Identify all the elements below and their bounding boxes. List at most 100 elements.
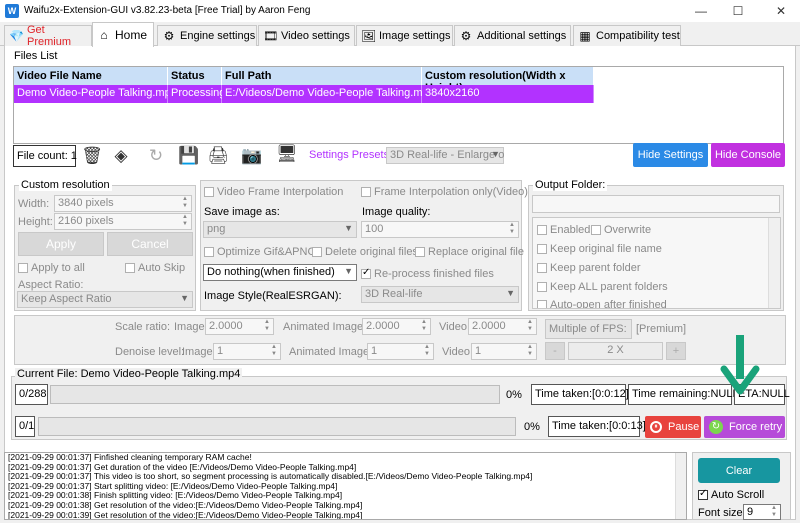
time-taken-segment: Time taken:[0:0:13] (548, 416, 646, 437)
height-input[interactable]: 2160 pixels ▲ ▼ (54, 213, 192, 230)
height-label: Height: (18, 216, 53, 228)
tab-label: Image settings (379, 30, 451, 42)
keep-original-name-checkbox[interactable]: Keep original file name (537, 243, 662, 255)
table-cell[interactable]: Processing (168, 85, 225, 103)
when-finished-select[interactable]: Do nothing(when finished) ▼ (203, 264, 357, 281)
files-table[interactable]: Video File Name Status Full Path Custom … (13, 66, 784, 144)
overwrite-checkbox[interactable]: Overwrite (591, 224, 651, 236)
keep-all-parents-checkbox[interactable]: Keep ALL parent folders (537, 281, 668, 293)
video-frame-interpolation-checkbox[interactable]: Video Frame Interpolation (204, 186, 343, 198)
table-cell[interactable]: 3840x2160 (422, 85, 594, 103)
checkbox-label: Optimize Gif&APNG (217, 246, 317, 258)
spinner-icon[interactable]: ▲ ▼ (507, 222, 517, 236)
settings-presets-select[interactable]: 3D Real-life - Enlarge o ▼ (386, 147, 504, 164)
auto-scroll-checkbox[interactable]: Auto Scroll (698, 488, 764, 501)
denoise-video-input[interactable]: 1 ▲ ▼ (471, 343, 537, 360)
file-progress-percent: 0% (506, 389, 522, 401)
spinner-icon[interactable]: ▲ ▼ (180, 214, 190, 228)
fps-plus-button[interactable]: + (666, 342, 686, 360)
value: 1 (475, 345, 482, 357)
keep-parent-checkbox[interactable]: Keep parent folder (537, 262, 641, 274)
apply-to-all-checkbox[interactable]: Apply to all (18, 262, 85, 274)
tab-label: Additional settings (477, 30, 567, 42)
denoise-animated-input[interactable]: 1 ▲ ▼ (367, 343, 434, 360)
output-folder-input[interactable] (532, 195, 780, 213)
refresh-icon[interactable]: ↻ (145, 144, 167, 168)
output-folder-title: Output Folder: (533, 179, 608, 191)
aspect-ratio-select[interactable]: Keep Aspect Ratio ▼ (17, 291, 193, 308)
spinner-icon[interactable]: ▲ ▼ (525, 319, 535, 333)
format-value: png (207, 223, 226, 235)
load-list-icon[interactable]: 🖨 (207, 144, 229, 168)
monitor-power-icon[interactable]: 🖥 (275, 142, 299, 166)
checkbox-box (537, 282, 547, 292)
enabled-checkbox[interactable]: Enabled (537, 224, 590, 236)
spinner-icon[interactable]: ▲ ▼ (419, 319, 429, 333)
column-header[interactable]: Full Path (222, 67, 422, 85)
eraser-icon[interactable]: ◈ (110, 144, 132, 168)
font-size-input[interactable]: 9 ▲ ▼ (743, 504, 781, 520)
table-cell[interactable]: Demo Video-People Talking.mp4 (14, 85, 177, 103)
font-size-value: 9 (747, 506, 754, 518)
tab-compatibility-test[interactable]: ▦ Compatibility test (573, 25, 681, 46)
reprocess-finished-checkbox[interactable]: Re-process finished files (361, 267, 494, 280)
image-format-select[interactable]: png ▼ (203, 221, 357, 238)
table-cell[interactable]: E:/Videos/Demo Video-People Talking.mp4 (222, 85, 435, 103)
scale-video-input[interactable]: 2.0000 ▲ ▼ (468, 318, 537, 335)
spinner-icon[interactable]: ▲ ▼ (262, 319, 272, 333)
spinner-icon[interactable]: ▲ ▼ (769, 505, 779, 519)
auto-skip-checkbox[interactable]: Auto Skip (125, 262, 185, 274)
width-input[interactable]: 3840 pixels ▲ ▼ (54, 195, 192, 212)
value: 2.0000 (472, 320, 506, 332)
frame-interpolation-only-checkbox[interactable]: Frame Interpolation only(Video) (361, 186, 528, 198)
image-style-select[interactable]: 3D Real-life ▼ (361, 286, 519, 303)
value: 1 (217, 345, 224, 357)
tab-engine-settings[interactable]: ⚙ Engine settings (157, 25, 257, 46)
apply-button[interactable]: Apply (18, 232, 104, 256)
output-options-scrollbar[interactable] (768, 218, 780, 308)
multiple-fps-toggle[interactable]: Multiple of FPS: (545, 319, 632, 339)
cancel-button[interactable]: Cancel (107, 232, 193, 256)
tab-additional-settings[interactable]: ⚙ Additional settings (454, 25, 571, 46)
hide-console-button[interactable]: Hide Console (711, 143, 785, 167)
checkbox-label: Frame Interpolation only(Video) (374, 186, 528, 198)
scale-animated-input[interactable]: 2.0000 ▲ ▼ (362, 318, 431, 335)
hide-settings-button[interactable]: Hide Settings (633, 143, 708, 167)
spinner-icon[interactable]: ▲ ▼ (269, 344, 279, 358)
maximize-button[interactable]: ☐ (723, 0, 753, 22)
column-header[interactable]: Video File Name (14, 67, 168, 85)
fps-multiplier-display: 2 X (568, 342, 663, 360)
tab-video-settings[interactable]: 🎞 Video settings (258, 25, 355, 46)
spinner-icon[interactable]: ▲ ▼ (180, 196, 190, 210)
optimize-gif-checkbox[interactable]: Optimize Gif&APNG (204, 246, 316, 258)
clear-log-button[interactable]: Clear (698, 458, 780, 483)
delete-original-checkbox[interactable]: Delete original files (312, 246, 418, 258)
tab-image-settings[interactable]: 🖼 Image settings (356, 25, 453, 46)
save-list-icon[interactable]: 💾 (178, 144, 200, 168)
tab-home[interactable]: ⌂ Home (92, 22, 154, 47)
trash-icon[interactable]: 🗑 (81, 144, 103, 168)
checkbox-label: Keep ALL parent folders (550, 281, 668, 293)
denoise-image-input[interactable]: 1 ▲ ▼ (213, 343, 281, 360)
console-log[interactable]: [2021-09-29 00:01:37] Finfished cleaning… (4, 452, 687, 520)
camera-settings-icon[interactable]: 📷 (241, 144, 263, 168)
minimize-button[interactable]: — (686, 0, 716, 22)
column-header[interactable]: Status (168, 67, 222, 85)
close-button[interactable]: ✕ (766, 0, 796, 22)
button-label: Force retry (729, 421, 783, 433)
log-scrollbar[interactable] (675, 453, 686, 519)
tab-label: Engine settings (180, 30, 256, 42)
checkbox-label: Apply to all (31, 262, 85, 274)
auto-open-checkbox[interactable]: Auto-open after finished (537, 299, 667, 308)
force-retry-button[interactable]: ↻ Force retry (704, 416, 785, 438)
spinner-icon[interactable]: ▲ ▼ (422, 344, 432, 358)
column-header[interactable]: Custom resolution(Width x Height) (422, 67, 594, 94)
replace-original-checkbox[interactable]: Replace original file (415, 246, 524, 258)
spinner-icon[interactable]: ▲ ▼ (525, 344, 535, 358)
tab-label: Video settings (281, 30, 350, 42)
image-quality-input[interactable]: 100 ▲ ▼ (361, 221, 519, 238)
fps-minus-button[interactable]: - (545, 342, 565, 360)
scale-image-input[interactable]: 2.0000 ▲ ▼ (205, 318, 274, 335)
tab-get-premium[interactable]: 💎 Get Premium (4, 24, 92, 48)
pause-button[interactable]: ⏸ Pause (645, 416, 701, 438)
